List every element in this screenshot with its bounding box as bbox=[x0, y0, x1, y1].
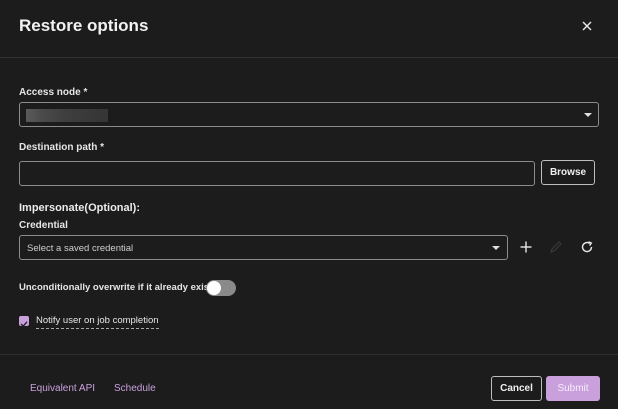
plus-icon[interactable] bbox=[518, 239, 534, 255]
toggle-knob bbox=[207, 281, 221, 295]
cancel-button[interactable]: Cancel bbox=[491, 376, 542, 401]
footer-divider bbox=[0, 354, 618, 355]
chevron-down-icon bbox=[492, 246, 500, 250]
destination-path-field[interactable] bbox=[19, 161, 535, 186]
notify-checkbox[interactable] bbox=[19, 316, 29, 328]
submit-button[interactable]: Submit bbox=[546, 376, 600, 401]
restore-options-dialog: Restore options Access node * Destinatio… bbox=[0, 0, 618, 409]
dialog-title: Restore options bbox=[19, 16, 149, 35]
access-node-label: Access node * bbox=[19, 87, 87, 98]
overwrite-toggle[interactable] bbox=[206, 280, 236, 296]
masked-value bbox=[26, 109, 108, 122]
credential-label: Credential bbox=[19, 220, 68, 231]
access-node-select[interactable] bbox=[19, 102, 599, 127]
destination-path-input[interactable] bbox=[20, 162, 534, 185]
required-mark: * bbox=[100, 142, 105, 153]
dialog-header: Restore options bbox=[0, 0, 618, 58]
access-node-label-text: Access node bbox=[19, 87, 81, 98]
close-icon[interactable] bbox=[578, 17, 596, 35]
impersonate-title: Impersonate(Optional): bbox=[19, 202, 141, 214]
overwrite-label: Unconditionally overwrite if it already … bbox=[19, 282, 218, 293]
pencil-icon[interactable] bbox=[548, 239, 564, 255]
credential-select[interactable]: Select a saved credential bbox=[19, 235, 508, 260]
notify-label[interactable]: Notify user on job completion bbox=[36, 315, 159, 329]
browse-button[interactable]: Browse bbox=[541, 160, 595, 185]
equivalent-api-link[interactable]: Equivalent API bbox=[30, 383, 95, 394]
credential-placeholder: Select a saved credential bbox=[27, 243, 134, 254]
schedule-link[interactable]: Schedule bbox=[114, 383, 156, 394]
chevron-down-icon bbox=[584, 113, 592, 117]
refresh-icon[interactable] bbox=[579, 239, 595, 255]
destination-path-label: Destination path * bbox=[19, 142, 104, 153]
required-mark: * bbox=[83, 87, 88, 98]
destination-path-label-text: Destination path bbox=[19, 142, 98, 153]
